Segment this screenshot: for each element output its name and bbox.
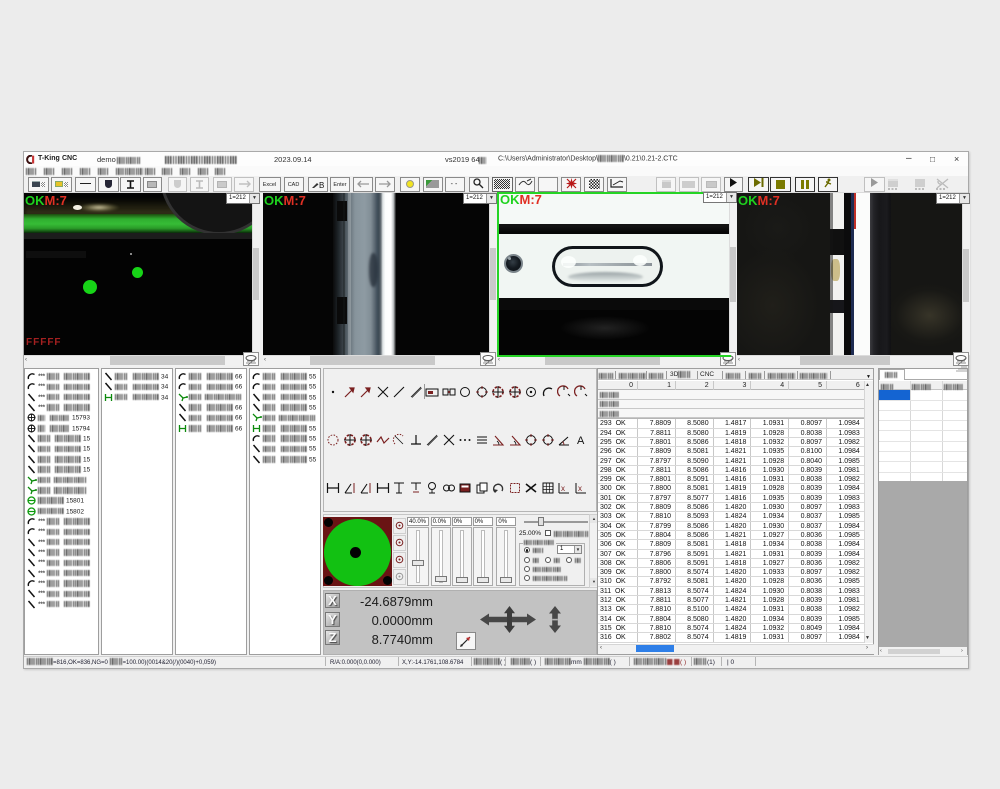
svg-text:B: B [319,181,324,189]
svg-text:x: x [578,484,582,493]
svg-text:x: x [561,484,565,493]
svg-text:A: A [577,435,585,447]
